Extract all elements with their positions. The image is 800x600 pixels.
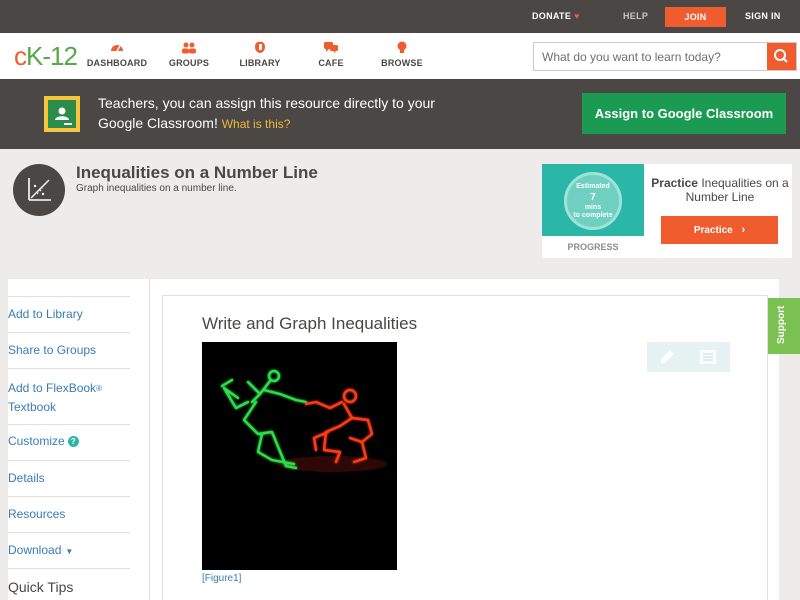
- notes-icon[interactable]: [699, 349, 717, 365]
- sidebar-item-label: Share to Groups: [8, 343, 97, 357]
- sidebar-item-label: Customize: [8, 434, 65, 448]
- support-tab[interactable]: Support: [768, 298, 800, 354]
- join-button[interactable]: JOIN: [665, 7, 726, 27]
- search-icon: [774, 49, 788, 63]
- pencil-icon[interactable]: [658, 348, 676, 366]
- nav-browse[interactable]: BROWSE: [367, 41, 437, 68]
- sidebar-details[interactable]: Details: [8, 460, 130, 496]
- nav-dashboard[interactable]: DASHBOARD: [82, 41, 152, 68]
- concept-title: Inequalities on a Number Line: [76, 163, 318, 182]
- sidebar-item-label: Add to Library: [8, 307, 83, 321]
- practice-button-label: Practice: [693, 225, 733, 236]
- browse-icon: [397, 41, 407, 53]
- chevron-right-icon: ›: [741, 224, 746, 236]
- nav-library[interactable]: LIBRARY: [225, 41, 295, 68]
- google-classroom-banner: Teachers, you can assign this resource d…: [0, 79, 800, 149]
- estimate-mins-label: mins: [584, 204, 602, 211]
- nav-library-label: LIBRARY: [239, 58, 281, 68]
- sign-in-link[interactable]: SIGN IN: [745, 0, 781, 33]
- google-classroom-icon: [44, 96, 80, 132]
- sidebar-quick-tips[interactable]: Quick Tips: [8, 568, 130, 600]
- sidebar-add-to-library[interactable]: Add to Library: [8, 296, 130, 332]
- heart-icon: ♥: [574, 11, 580, 21]
- classroom-board-icon: [55, 107, 72, 125]
- nav-browse-label: BROWSE: [381, 58, 423, 68]
- donate-label: DONATE: [532, 11, 572, 21]
- donate-link[interactable]: DONATE ♥: [532, 0, 580, 33]
- logo-c: c: [14, 41, 27, 71]
- neon-dancers-image: [202, 342, 397, 570]
- help-icon[interactable]: ?: [67, 436, 79, 447]
- nav-dashboard-label: DASHBOARD: [86, 58, 148, 68]
- nav-groups[interactable]: GROUPS: [154, 41, 224, 68]
- top-utility-bar: DONATE ♥ HELP JOIN SIGN IN: [0, 0, 800, 33]
- sidebar-resources[interactable]: Resources: [8, 496, 130, 532]
- groups-icon: [182, 42, 196, 54]
- ck12-logo[interactable]: cK-12: [14, 41, 78, 72]
- nav-cafe[interactable]: CAFE: [296, 41, 366, 68]
- library-icon: [255, 41, 265, 53]
- practice-button[interactable]: Practice ›: [661, 216, 778, 244]
- lesson-title: Write and Graph Inequalities: [202, 314, 418, 333]
- sidebar-item-label: Quick Tips: [8, 579, 74, 595]
- estimate-circle: Estimated 7 mins to complete: [564, 172, 622, 230]
- assign-google-classroom-button[interactable]: Assign to Google Classroom: [582, 93, 786, 134]
- progress-label: PROGRESS: [567, 242, 619, 252]
- sidebar-share-to-groups[interactable]: Share to Groups: [8, 332, 130, 368]
- help-link[interactable]: HELP: [623, 0, 648, 33]
- sidebar-download[interactable]: Download ▼: [8, 532, 130, 568]
- figure-caption-link[interactable]: [Figure1]: [202, 573, 241, 584]
- estimate-minutes: 7: [590, 192, 596, 203]
- nav-cafe-label: CAFE: [318, 58, 344, 68]
- practice-progress-panel: Estimated 7 mins to complete PROGRESS: [542, 164, 644, 258]
- support-tab-label: Support: [776, 305, 787, 344]
- sidebar-customize[interactable]: Customize?: [8, 424, 130, 460]
- sidebar-add-to-flexbook[interactable]: Add to FlexBook® Textbook: [8, 368, 130, 424]
- estimate-to-complete: to complete: [573, 212, 613, 219]
- annotation-toolbar: [647, 342, 730, 372]
- practice-card: Estimated 7 mins to complete PROGRESS Pr…: [542, 164, 792, 258]
- sidebar-item-label: Download: [8, 543, 62, 557]
- practice-title-bold: Practice: [651, 176, 698, 190]
- logo-k: K: [26, 41, 43, 71]
- lesson-figure-image: [202, 342, 397, 570]
- number-line-graph-icon: [28, 178, 51, 201]
- nav-groups-label: GROUPS: [168, 58, 210, 68]
- sidebar-item-label: Details: [8, 471, 45, 485]
- estimate-label: Estimated: [576, 183, 610, 190]
- registered-mark: ®: [96, 384, 102, 393]
- classroom-banner-text: Teachers, you can assign this resource d…: [98, 93, 478, 134]
- logo-number: 12: [50, 41, 78, 71]
- caret-down-icon: ▼: [65, 547, 74, 556]
- concept-subtitle: Graph inequalities on a number line.: [76, 183, 237, 194]
- search-button[interactable]: [767, 43, 796, 70]
- logo-dash: -: [42, 41, 51, 71]
- practice-title: Practice Inequalities on a Number Line: [650, 176, 790, 204]
- sidebar-item-label: Resources: [8, 507, 66, 521]
- search-input[interactable]: [534, 43, 768, 70]
- cafe-icon: [324, 42, 338, 54]
- sidebar-item-label-line2: Textbook: [8, 400, 57, 414]
- sidebar-item-label: Add to FlexBook: [8, 381, 97, 395]
- dashboard-icon: [111, 45, 123, 52]
- concept-graph-icon: [13, 164, 65, 216]
- search-box: [533, 42, 797, 71]
- practice-estimate-banner: Estimated 7 mins to complete: [542, 164, 644, 236]
- what-is-this-link[interactable]: What is this?: [222, 117, 291, 131]
- practice-title-rest: Inequalities on a Number Line: [685, 176, 789, 204]
